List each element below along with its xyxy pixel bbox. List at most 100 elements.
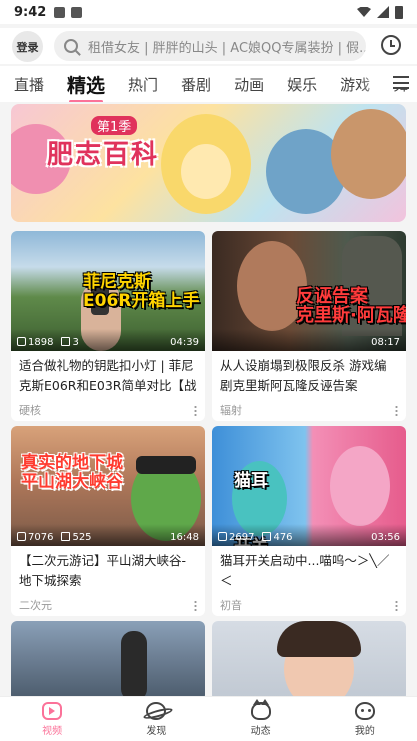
- thumbnail-pirate-hat: [136, 456, 196, 474]
- video-thumbnail[interactable]: 猫耳 开关 2697 476 03:56: [212, 426, 406, 546]
- planet-icon: [146, 701, 167, 720]
- more-options-icon[interactable]: [194, 404, 197, 416]
- nav-video-label: 视频: [42, 725, 63, 737]
- wifi-icon: [357, 7, 371, 17]
- video-card[interactable]: 猫耳 开关 2697 476 03:56 猫耳开关启动中...喵呜～＞╲／＜ 初…: [212, 426, 406, 616]
- thumbnail-person: [121, 631, 147, 701]
- nav-dynamics[interactable]: 动态: [209, 697, 313, 741]
- more-options-icon[interactable]: [395, 404, 398, 416]
- video-duration: 04:39: [170, 337, 199, 348]
- thumbnail-hair: [277, 621, 361, 657]
- video-uploader[interactable]: 二次元: [19, 597, 52, 613]
- search-icon: [64, 39, 78, 53]
- danmaku-icon: [61, 532, 71, 541]
- nav-discover[interactable]: 发现: [104, 697, 208, 741]
- video-uploader[interactable]: 硬核: [19, 402, 41, 418]
- tab-entertainment[interactable]: 娱乐: [287, 74, 317, 95]
- play-count: 7076: [17, 532, 53, 543]
- search-placeholder: 租借女友 | 胖胖的山头 | AC娘QQ专属装扮 | 假...: [88, 40, 366, 56]
- menu-icon[interactable]: [393, 76, 409, 89]
- video-stats: 7076 525: [17, 532, 92, 543]
- danmaku-count: 525: [61, 532, 92, 543]
- play-icon: [218, 532, 227, 541]
- tabs-fade: [359, 66, 389, 102]
- video-card[interactable]: 反诬告案 克里斯·阿瓦隆 08:17 从人设崩塌到极限反杀 游戏编剧克里斯阿瓦隆…: [212, 231, 406, 421]
- nav-video[interactable]: 视频: [0, 697, 104, 741]
- top-search-bar: 登录 租借女友 | 胖胖的山头 | AC娘QQ专属装扮 | 假...: [0, 28, 417, 64]
- search-input[interactable]: 租借女友 | 胖胖的山头 | AC娘QQ专属装扮 | 假...: [54, 31, 366, 61]
- battery-icon: [395, 5, 403, 19]
- video-title[interactable]: 从人设崩塌到极限反杀 游戏编剧克里斯阿瓦隆反诬告案: [212, 351, 406, 399]
- tab-live[interactable]: 直播: [14, 74, 44, 95]
- danmaku-count: 3: [61, 337, 79, 348]
- signal-icon: [377, 6, 389, 18]
- video-meta: 二次元: [11, 594, 205, 616]
- play-count-value: 7076: [28, 532, 54, 543]
- more-options-icon[interactable]: [194, 599, 197, 611]
- banner-badge: 第1季: [91, 116, 138, 135]
- play-count: 2697: [218, 532, 254, 543]
- video-duration: 08:17: [371, 337, 400, 348]
- nav-mine[interactable]: 我的: [313, 697, 417, 741]
- status-time: 9:42: [14, 4, 47, 20]
- play-icon: [17, 532, 26, 541]
- video-duration: 16:48: [170, 532, 199, 543]
- thumbnail-teto: [330, 446, 390, 526]
- tab-hot[interactable]: 热门: [128, 74, 158, 95]
- play-count-value: 1898: [28, 337, 54, 348]
- video-title[interactable]: 【二次元游记】平山湖大峡谷-地下城探索: [11, 546, 205, 594]
- danmaku-icon: [61, 337, 71, 346]
- danmaku-icon: [262, 532, 272, 541]
- banner-title: 肥志百科: [47, 140, 160, 170]
- video-title[interactable]: 猫耳开关启动中...喵呜～＞╲／＜: [212, 546, 406, 594]
- banner-character-3: [331, 109, 406, 199]
- nav-mine-label: 我的: [354, 725, 375, 737]
- promo-banner[interactable]: 第1季 肥志百科: [11, 104, 406, 222]
- cat-icon: [250, 698, 271, 720]
- nav-discover-label: 发现: [146, 725, 167, 737]
- danmaku-count-value: 525: [72, 532, 92, 543]
- video-stats: 2697 476: [218, 532, 293, 543]
- video-meta: 硬核: [11, 399, 205, 421]
- video-uploader[interactable]: 辐射: [220, 402, 242, 418]
- video-card[interactable]: 真实的地下城 平山湖大峡谷 7076 525 16:48 【二次元游记】平山湖大…: [11, 426, 205, 616]
- play-count-value: 2697: [229, 532, 255, 543]
- more-options-icon[interactable]: [395, 599, 398, 611]
- tab-bangumi[interactable]: 番剧: [181, 74, 211, 95]
- status-bar: 9:42: [0, 0, 417, 24]
- video-thumbnail[interactable]: 菲尼克斯 E06R开箱上手 1898 3 04:39: [11, 231, 205, 351]
- tab-featured[interactable]: 精选: [67, 71, 105, 102]
- video-stats: 1898 3: [17, 337, 79, 348]
- notification-icon: [54, 6, 66, 18]
- status-indicators: [357, 5, 403, 19]
- video-thumbnail[interactable]: [11, 621, 205, 701]
- play-icon: [17, 337, 26, 346]
- video-title[interactable]: 适合做礼物的钥匙扣小灯 | 菲尼克斯E06R和E03R简单对比【战术...: [11, 351, 205, 399]
- bottom-navigation: 视频 发现 动态 我的: [0, 696, 417, 741]
- video-thumbnail[interactable]: 真实的地下城 平山湖大峡谷 7076 525 16:48: [11, 426, 205, 546]
- thumbnail-caption: 反诬告案 克里斯·阿瓦隆: [296, 286, 406, 326]
- download-icon: [71, 6, 83, 18]
- tab-animation[interactable]: 动画: [234, 74, 264, 95]
- danmaku-count-value: 3: [72, 337, 79, 348]
- video-thumbnail[interactable]: 反诬告案 克里斯·阿瓦隆 08:17: [212, 231, 406, 351]
- video-duration: 03:56: [371, 532, 400, 543]
- danmaku-count-value: 476: [273, 532, 293, 543]
- tv-icon: [42, 701, 63, 720]
- history-icon[interactable]: [381, 35, 401, 55]
- video-card[interactable]: [11, 621, 205, 701]
- danmaku-count: 476: [262, 532, 293, 543]
- video-thumbnail[interactable]: [212, 621, 406, 701]
- nav-dynamics-label: 动态: [250, 725, 271, 737]
- category-tabs: 直播 精选 热门 番剧 动画 娱乐 游戏 舞: [0, 66, 417, 102]
- login-button[interactable]: 登录: [12, 31, 43, 62]
- banner-character-face: [181, 144, 231, 199]
- video-meta: 辐射: [212, 399, 406, 421]
- play-count: 1898: [17, 337, 53, 348]
- face-icon: [354, 701, 375, 720]
- thumbnail-caption: 真实的地下城 平山湖大峡谷: [21, 453, 123, 492]
- video-card[interactable]: [212, 621, 406, 701]
- video-uploader[interactable]: 初音: [220, 597, 242, 613]
- video-card[interactable]: 菲尼克斯 E06R开箱上手 1898 3 04:39 适合做礼物的钥匙扣小灯 |…: [11, 231, 205, 421]
- thumbnail-caption: 菲尼克斯 E06R开箱上手: [83, 272, 200, 311]
